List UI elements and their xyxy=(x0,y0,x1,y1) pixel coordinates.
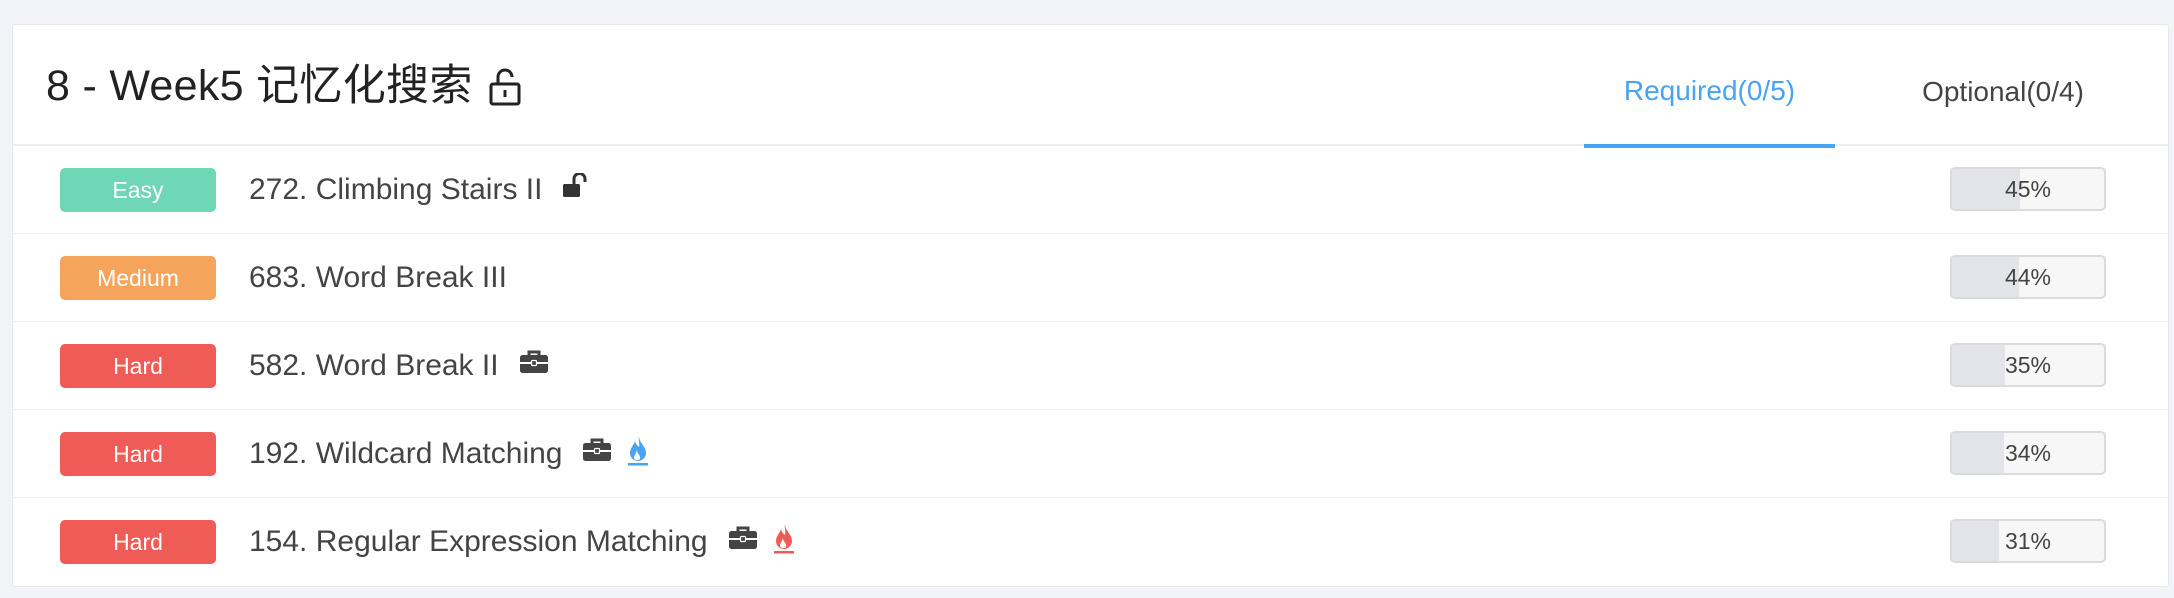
problem-title-link[interactable]: 192. Wildcard Matching xyxy=(249,437,562,471)
tab-required-label: Required(0/5) xyxy=(1623,74,1796,106)
acceptance-rate: 44% xyxy=(1950,255,2106,299)
problem-cell: 192. Wildcard Matching xyxy=(249,410,650,498)
unlock-icon xyxy=(487,67,523,107)
problem-title-link[interactable]: 582. Word Break II xyxy=(249,349,499,383)
briefcase-icon xyxy=(582,437,612,471)
difficulty-badge: Easy xyxy=(60,168,216,212)
problem-cell: 154. Regular Expression Matching xyxy=(249,498,796,586)
problem-row: Hard 154. Regular Expression Matching 31… xyxy=(13,498,2168,586)
acceptance-rate: 35% xyxy=(1950,343,2106,387)
tab-optional[interactable]: Optional(0/4) xyxy=(1888,25,2118,146)
tab-required[interactable]: Required(0/5) xyxy=(1584,25,1835,148)
section-title: 8 - Week5 记忆化搜索 xyxy=(46,65,523,108)
problem-row: Hard 582. Word Break II 35% xyxy=(13,322,2168,410)
problem-title-link[interactable]: 683. Word Break III xyxy=(249,261,507,295)
problem-title-link[interactable]: 154. Regular Expression Matching xyxy=(249,525,708,559)
problem-cell: 272. Climbing Stairs II xyxy=(249,146,590,234)
section-title-text: 8 - Week5 记忆化搜索 xyxy=(46,62,473,110)
acceptance-rate: 31% xyxy=(1950,519,2106,563)
tab-optional-label: Optional(0/4) xyxy=(1922,75,2084,107)
problem-row: Medium 683. Word Break III 44% xyxy=(13,234,2168,322)
flame-red-icon xyxy=(772,522,796,562)
acceptance-rate-label: 35% xyxy=(2004,351,2052,378)
problem-row: Hard 192. Wildcard Matching 34% xyxy=(13,410,2168,498)
acceptance-rate: 34% xyxy=(1950,431,2106,475)
unlock-icon xyxy=(562,172,590,207)
problem-row: Easy 272. Climbing Stairs II 45% xyxy=(13,146,2168,234)
difficulty-badge: Medium xyxy=(60,256,216,300)
problem-cell: 582. Word Break II xyxy=(249,322,549,410)
acceptance-rate-label: 34% xyxy=(2004,439,2052,466)
briefcase-icon xyxy=(728,525,758,559)
acceptance-rate-label: 44% xyxy=(2004,263,2052,290)
difficulty-badge: Hard xyxy=(60,520,216,564)
flame-blue-icon xyxy=(626,434,650,474)
acceptance-rate-label: 45% xyxy=(2004,175,2052,202)
difficulty-badge: Hard xyxy=(60,432,216,476)
acceptance-rate: 45% xyxy=(1950,167,2106,211)
difficulty-badge: Hard xyxy=(60,344,216,388)
problem-cell: 683. Word Break III xyxy=(249,234,507,322)
briefcase-icon xyxy=(519,349,549,383)
problem-list: Easy 272. Climbing Stairs II 45% Medium … xyxy=(13,146,2168,586)
section-header: 8 - Week5 记忆化搜索 Required(0/5) Optional(0… xyxy=(13,25,2168,148)
problem-title-link[interactable]: 272. Climbing Stairs II xyxy=(249,173,542,207)
section-card: 8 - Week5 记忆化搜索 Required(0/5) Optional(0… xyxy=(12,24,2169,587)
acceptance-rate-label: 31% xyxy=(2004,527,2052,554)
